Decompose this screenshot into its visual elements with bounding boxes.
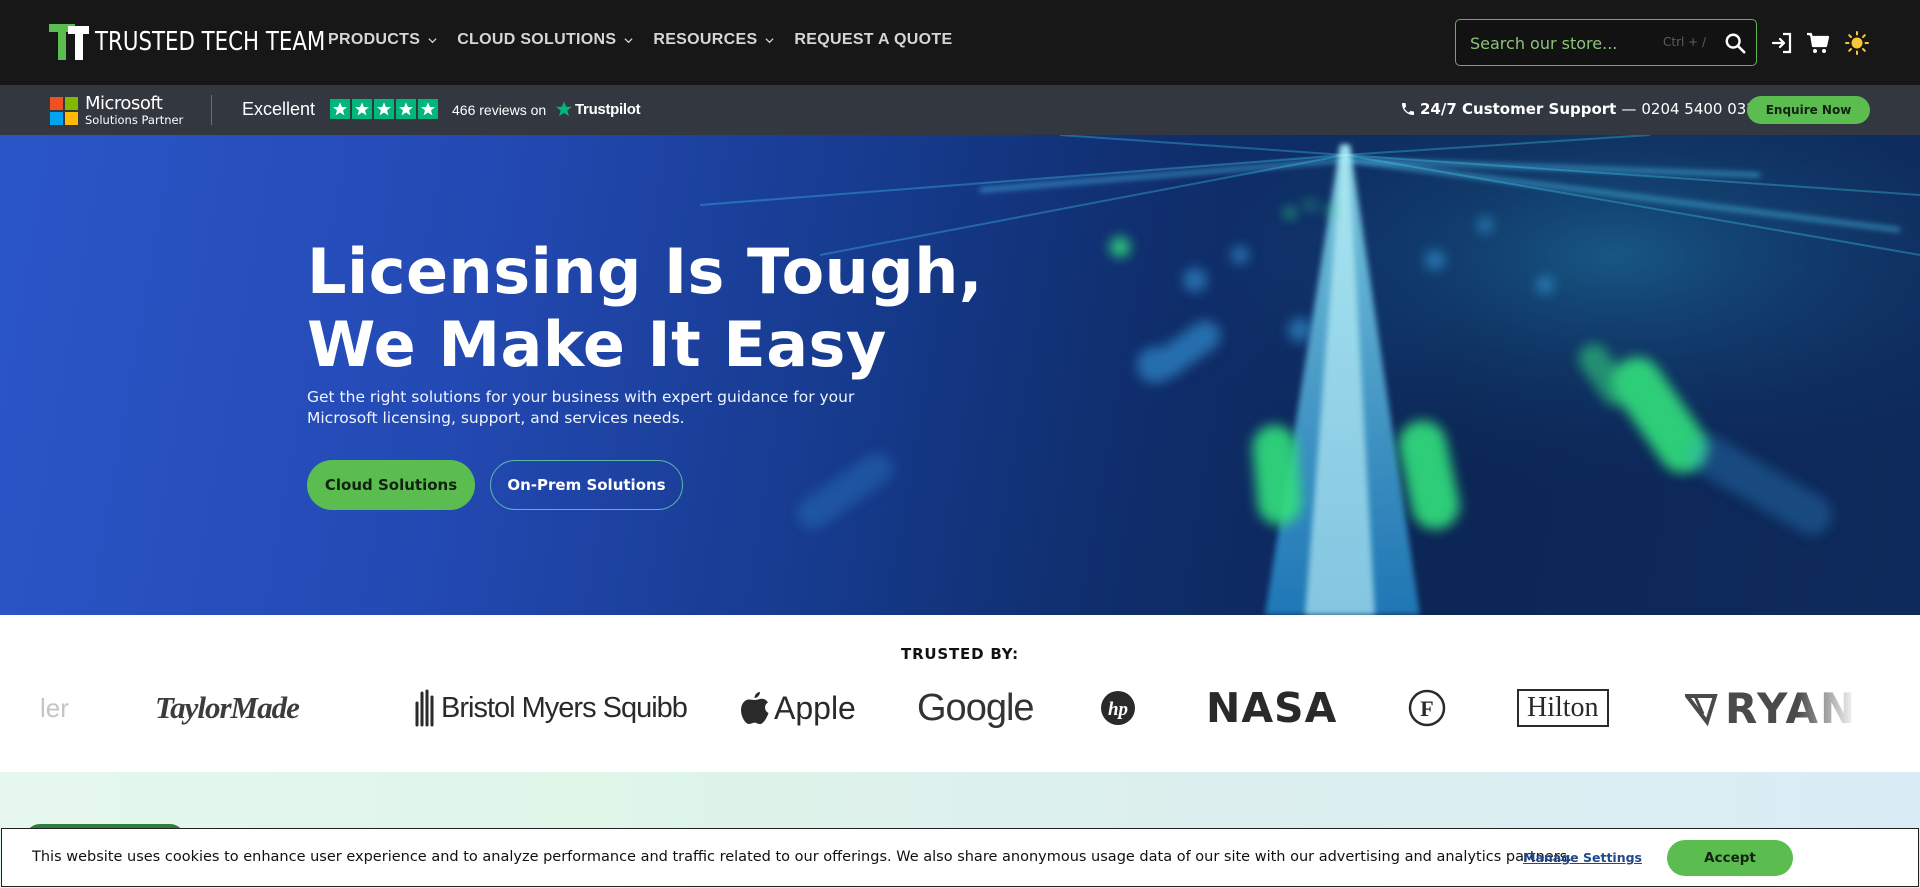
accept-cookies-button[interactable]: Accept bbox=[1667, 840, 1793, 876]
client-logo-carousel: ler TaylorMade Bristol Myers Squibb Appl… bbox=[0, 683, 1920, 733]
chevron-down-icon bbox=[428, 37, 437, 43]
trustpilot-name: Trustpilot bbox=[575, 100, 641, 118]
cloud-solutions-button[interactable]: Cloud Solutions bbox=[307, 460, 475, 510]
trusted-by-label: TRUSTED BY: bbox=[901, 645, 1019, 663]
partner-name: Microsoft bbox=[85, 93, 163, 114]
nav-label: RESOURCES bbox=[653, 31, 758, 48]
trustpilot-star-icon bbox=[556, 101, 572, 117]
search-shortcut-hint: Ctrl + / bbox=[1663, 35, 1707, 49]
search-box: Ctrl + / bbox=[1455, 19, 1757, 66]
hero-section: Licensing Is Tough, We Make It Easy Get … bbox=[0, 135, 1920, 615]
logo-mark-icon bbox=[49, 24, 91, 60]
hero-title: Licensing Is Tough, We Make It Easy bbox=[307, 235, 983, 381]
star-icon bbox=[396, 99, 416, 119]
brand-logo-f: F bbox=[1408, 683, 1446, 733]
support-separator: — bbox=[1621, 100, 1637, 118]
hero-title-line-1: Licensing Is Tough, bbox=[307, 235, 983, 308]
support-phone: 0204 5400 032 bbox=[1641, 100, 1756, 118]
trustpilot-logo[interactable]: Trustpilot bbox=[555, 100, 641, 118]
support-label: 24/7 Customer Support bbox=[1420, 100, 1617, 118]
trusted-by-section: TRUSTED BY: ler TaylorMade Bristol Myers… bbox=[0, 615, 1920, 772]
nav-cloud-solutions[interactable]: CLOUD SOLUTIONS bbox=[457, 31, 633, 49]
nav-request-quote[interactable]: REQUEST A QUOTE bbox=[794, 31, 952, 49]
star-icon bbox=[374, 99, 394, 119]
brand-logo-partial: ler bbox=[40, 692, 69, 723]
star-icon bbox=[330, 99, 350, 119]
ryan-logo-icon bbox=[1685, 694, 1718, 726]
star-icon bbox=[418, 99, 438, 119]
microsoft-partner-badge: Microsoft Solutions Partner bbox=[50, 95, 183, 127]
manage-settings-link[interactable]: Manage Settings bbox=[1523, 850, 1642, 865]
brand-logo-bristol-myers-squibb: Bristol Myers Squibb bbox=[413, 683, 688, 733]
phone-icon bbox=[1402, 103, 1414, 115]
hp-logo-icon: hp bbox=[1101, 691, 1135, 725]
hero-title-line-2: We Make It Easy bbox=[307, 308, 887, 381]
site-logo[interactable]: TRUSTED TECH TEAM bbox=[49, 24, 376, 60]
brand-logo-nasa: NASA bbox=[1206, 684, 1338, 732]
brand-logo-hp: hp bbox=[1100, 683, 1136, 733]
apple-icon bbox=[741, 692, 769, 724]
info-bar: Microsoft Solutions Partner Excellent 46… bbox=[0, 85, 1920, 135]
nav-resources[interactable]: RESOURCES bbox=[653, 31, 774, 49]
nav-products[interactable]: PRODUCTS bbox=[328, 31, 437, 49]
cookie-banner: This website uses cookies to enhance use… bbox=[1, 828, 1919, 887]
reviews-count[interactable]: 466 reviews on bbox=[452, 102, 546, 118]
microsoft-logo-icon bbox=[50, 96, 78, 125]
svg-text:F: F bbox=[1420, 696, 1433, 721]
brand-logo-google: Google bbox=[917, 686, 1035, 729]
divider bbox=[211, 95, 212, 125]
search-icon[interactable] bbox=[1724, 32, 1746, 54]
brand-logo-apple: Apple bbox=[740, 683, 856, 733]
top-navigation: TRUSTED TECH TEAM PRODUCTS CLOUD SOLUTIO… bbox=[0, 0, 1920, 85]
star-icon bbox=[352, 99, 372, 119]
chevron-down-icon bbox=[765, 37, 774, 43]
hero-subtitle: Get the right solutions for your busines… bbox=[307, 388, 855, 427]
brand-logo-ryan: RYAN bbox=[1685, 683, 1867, 733]
enquire-now-button[interactable]: Enquire Now bbox=[1747, 96, 1870, 124]
f-circle-logo-icon: F bbox=[1408, 689, 1446, 727]
on-prem-solutions-button[interactable]: On-Prem Solutions bbox=[490, 460, 683, 510]
trustpilot-stars[interactable] bbox=[330, 99, 438, 119]
customer-support[interactable]: 24/7 Customer Support — 0204 5400 032 bbox=[1400, 100, 1756, 118]
nav-label: REQUEST A QUOTE bbox=[794, 31, 953, 48]
cookie-message: This website uses cookies to enhance use… bbox=[32, 849, 1572, 865]
brand-logo-taylormade: TaylorMade bbox=[155, 690, 300, 725]
svg-text:hp: hp bbox=[1108, 699, 1128, 720]
main-nav: PRODUCTS CLOUD SOLUTIONS RESOURCES REQUE… bbox=[328, 31, 952, 49]
search-input[interactable] bbox=[1470, 33, 1650, 53]
chevron-down-icon bbox=[624, 37, 633, 43]
sun-icon[interactable] bbox=[1845, 31, 1869, 55]
cart-icon[interactable] bbox=[1806, 31, 1830, 55]
brand-logo-hilton: Hilton bbox=[1517, 683, 1609, 733]
nav-label: PRODUCTS bbox=[328, 31, 421, 48]
bms-hand-icon bbox=[415, 689, 434, 727]
rating-word[interactable]: Excellent bbox=[242, 99, 315, 120]
partner-tagline: Solutions Partner bbox=[85, 113, 184, 127]
nav-label: CLOUD SOLUTIONS bbox=[457, 31, 617, 48]
logo-text: TRUSTED TECH TEAM bbox=[95, 27, 326, 57]
sign-in-icon[interactable] bbox=[1770, 31, 1794, 55]
